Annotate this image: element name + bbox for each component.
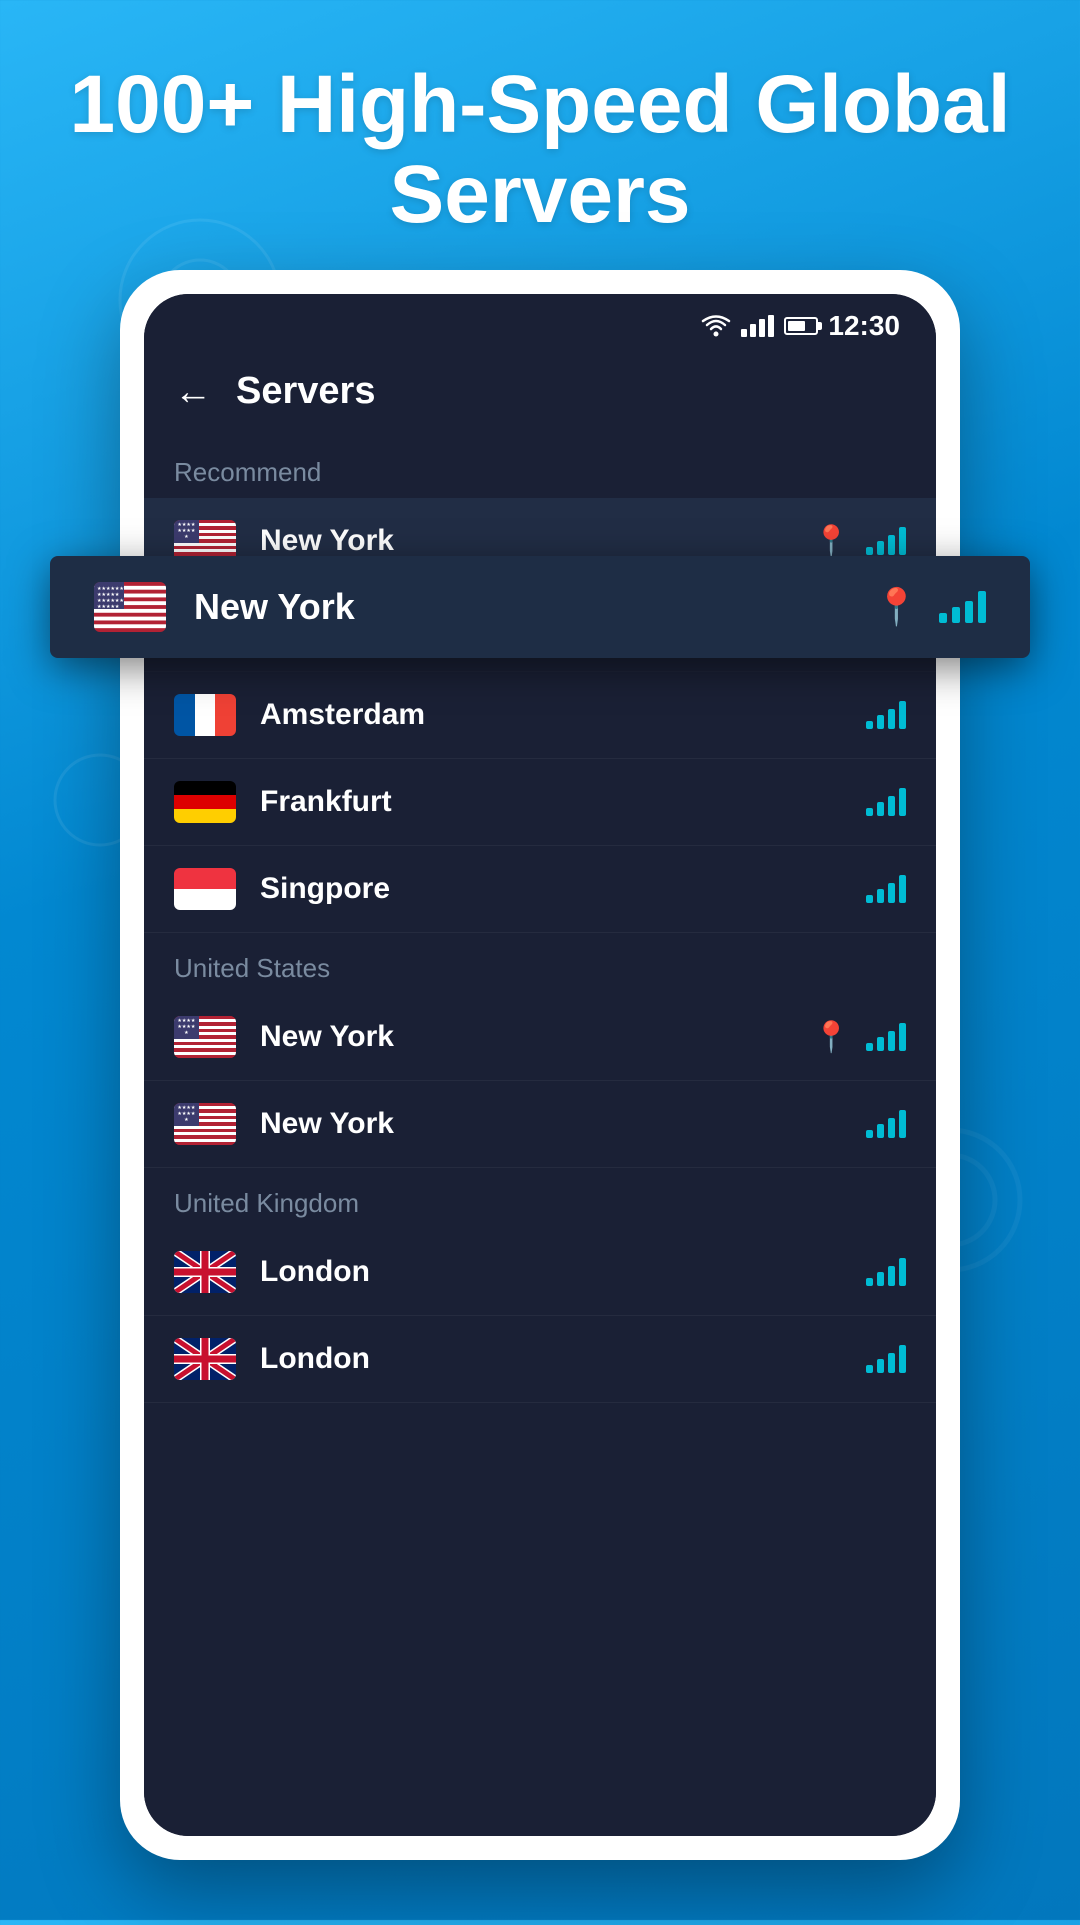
flag-de-frankfurt xyxy=(174,781,236,823)
app-bar-title: Servers xyxy=(236,370,375,413)
section-united-kingdom: United Kingdom xyxy=(144,1168,936,1229)
floating-location-pin: 📍 xyxy=(874,586,919,628)
header-section: 100+ High-Speed Global Servers xyxy=(0,60,1080,240)
signal-bars-new-york-highlighted xyxy=(866,527,906,555)
flag-gb-london2 xyxy=(174,1338,236,1380)
location-pin-new-york: 📍 xyxy=(813,524,850,559)
signal-icon xyxy=(741,315,774,337)
server-row-singapore[interactable]: Singpore xyxy=(144,846,936,933)
server-name-us-ny1: New York xyxy=(260,1020,813,1054)
wifi-icon xyxy=(701,315,731,337)
floating-new-york-row[interactable]: ★★★★★★ ★★★★★ ★★★★★★ ★★★★★ New York 📍 xyxy=(50,556,1030,658)
signal-bars-frankfurt xyxy=(866,788,906,816)
flag-us-ny1: ★★★ ★★★ ★★★ xyxy=(174,1016,236,1058)
server-name-us-ny2: New York xyxy=(260,1107,866,1141)
section-recommend: Recommend xyxy=(144,437,936,498)
back-button[interactable]: ← xyxy=(174,373,212,411)
server-row-uk-london-2[interactable]: London xyxy=(144,1316,936,1403)
signal-bars-singapore xyxy=(866,875,906,903)
server-name-uk-london-1: London xyxy=(260,1255,866,1289)
page-title: 100+ High-Speed Global Servers xyxy=(60,60,1020,240)
signal-bars-us-ny2 xyxy=(866,1110,906,1138)
phone-screen: 12:30 ← Servers Recommend xyxy=(144,294,936,1836)
section-united-states: United States xyxy=(144,933,936,994)
signal-bars-uk-london-2 xyxy=(866,1345,906,1373)
floating-server-name: New York xyxy=(194,586,874,628)
flag-fr-amsterdam xyxy=(174,694,236,736)
server-name-singapore: Singpore xyxy=(260,872,866,906)
server-row-amsterdam[interactable]: Amsterdam xyxy=(144,672,936,759)
floating-signal-bars xyxy=(939,591,986,623)
server-row-frankfurt[interactable]: Frankfurt xyxy=(144,759,936,846)
battery-icon xyxy=(784,317,818,335)
signal-bars-uk-london-1 xyxy=(866,1258,906,1286)
flag-sg-singapore xyxy=(174,868,236,910)
server-name-frankfurt: Frankfurt xyxy=(260,785,866,819)
status-time: 12:30 xyxy=(828,310,900,342)
floating-flag-us: ★★★★★★ ★★★★★ ★★★★★★ ★★★★★ xyxy=(94,582,166,632)
server-row-us-new-york-2[interactable]: ★★★ ★★★ ★★★ New York xyxy=(144,1081,936,1168)
signal-bars-us-ny1 xyxy=(866,1023,906,1051)
location-pin-us-ny1: 📍 xyxy=(813,1020,850,1055)
server-row-uk-london-1[interactable]: London xyxy=(144,1229,936,1316)
signal-bars-amsterdam xyxy=(866,701,906,729)
server-name-new-york-highlighted: New York xyxy=(260,524,813,558)
status-bar: 12:30 xyxy=(144,294,936,350)
server-name-uk-london-2: London xyxy=(260,1342,866,1376)
status-icons: 12:30 xyxy=(701,310,900,342)
app-bar: ← Servers xyxy=(144,350,936,437)
svg-text:★★★★★: ★★★★★ xyxy=(97,604,120,610)
flag-gb-london1 xyxy=(174,1251,236,1293)
server-name-amsterdam: Amsterdam xyxy=(260,698,866,732)
server-row-us-new-york-1[interactable]: ★★★ ★★★ ★★★ New York 📍 xyxy=(144,994,936,1081)
flag-us-ny2: ★★★ ★★★ ★★★ xyxy=(174,1103,236,1145)
phone-frame: 12:30 ← Servers Recommend xyxy=(120,270,960,1860)
